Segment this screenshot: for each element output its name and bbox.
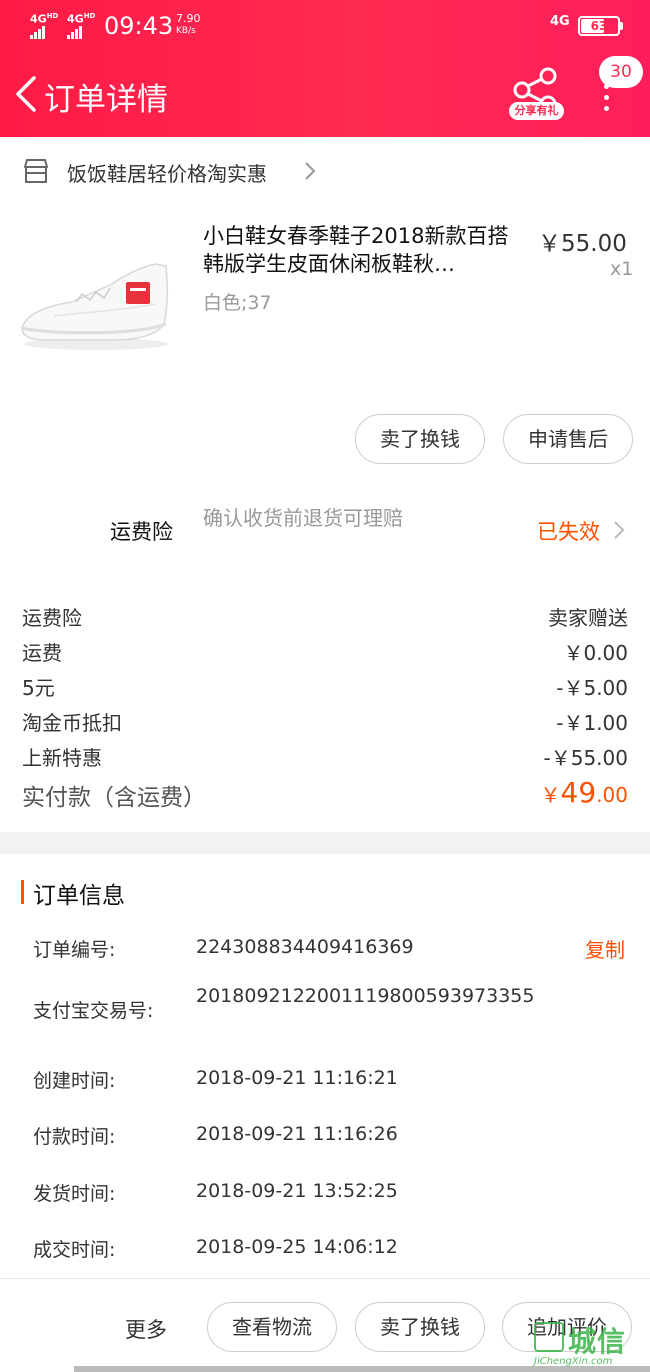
sim2-hd-label: HD [83,12,96,20]
fee-value: -￥1.00 [556,711,628,735]
insurance-description: 确认收货前退货可理赔 [203,506,403,530]
fee-value: ￥0.00 [563,641,628,665]
product-title[interactable]: 小白鞋女春季鞋子2018新款百搭韩版学生皮面休闲板鞋秋… [203,222,521,278]
watermark-url: JiChengXin.com [534,1356,613,1367]
fee-value: -￥5.00 [556,676,628,700]
page-title: 订单详情 [44,82,168,118]
order-info-label: 订单编号: [33,939,116,961]
sim2-network-label: 4G [67,12,84,26]
view-logistics-button[interactable]: 查看物流 [207,1302,337,1352]
fee-label: 运费 [22,641,62,665]
total-currency: ￥ [540,783,561,807]
battery-icon: 63 [578,16,620,36]
chevron-right-icon [305,162,316,180]
product-image[interactable] [16,244,176,354]
order-info-label: 支付宝交易号: [33,1000,154,1022]
battery-tip [620,22,623,30]
fee-label: 运费险 [22,606,82,630]
order-info-label: 付款时间: [33,1126,116,1148]
chevron-right-icon[interactable] [613,520,625,540]
section-divider [0,832,650,854]
share-reward-label[interactable]: 分享有礼 [509,102,564,120]
store-name: 饭饭鞋居轻价格淘实惠 [67,162,267,186]
shipped-time: 2018-09-21 13:52:25 [196,1180,398,1202]
more-options-icon[interactable] [596,84,616,114]
total-integer: 49 [560,776,597,809]
more-actions-button[interactable]: 更多 [125,1314,167,1344]
watermark-text: 城信 [568,1325,627,1358]
battery-level: 63 [590,19,608,33]
insurance-label: 运费险 [110,520,173,544]
order-info-title: 订单信息 [33,883,125,909]
total-paid-amount: ￥49.00 [541,776,628,809]
after-sale-button[interactable]: 申请售后 [503,414,633,464]
signal-bars-icon [67,26,83,39]
watermark-box-icon [534,1322,564,1352]
resell-button[interactable]: 卖了换钱 [355,414,485,464]
sim1-hd-label: HD [46,12,59,20]
product-sku: 白色;37 [203,292,272,314]
resell-button[interactable]: 卖了换钱 [355,1302,485,1352]
app-header: 4GHD 4GHD 09:43 7.90 KB/s 4G 63 订单详情 分享有… [0,0,650,137]
speed-unit: KB/s [176,26,196,36]
signal-bars-icon [30,26,46,39]
section-accent-bar [21,880,24,904]
order-info-label: 成交时间: [33,1239,116,1261]
order-info-label: 发货时间: [33,1183,116,1205]
watermark-logo: 城信 JiChengXin.com [534,1318,646,1370]
alipay-trade-number: 2018092122001119800593973355 [196,985,535,1007]
sim1-network-label: 4G [30,12,47,26]
back-arrow-icon[interactable] [14,76,38,112]
insurance-status[interactable]: 已失效 [537,516,600,546]
paid-time: 2018-09-21 11:16:26 [196,1123,398,1145]
order-number: 224308834409416369 [196,936,414,958]
sim1-signal: 4GHD [30,12,59,39]
message-count-badge[interactable]: 30 [599,56,643,88]
store-row[interactable]: 饭饭鞋居轻价格淘实惠 [0,137,650,207]
total-paid-label: 实付款（含运费） [22,785,206,811]
network-speed: 7.90 KB/s [176,13,201,37]
order-info-label: 创建时间: [33,1070,116,1092]
total-decimal: .00 [596,783,628,807]
fee-label: 上新特惠 [22,746,102,770]
speed-value: 7.90 [176,12,201,25]
sim2-signal: 4GHD [67,12,96,39]
network-type: 4G [550,14,570,29]
completed-time: 2018-09-25 14:06:12 [196,1236,398,1258]
store-icon [24,159,48,183]
product-price: ￥55.00 [538,231,627,257]
fee-label: 淘金币抵扣 [22,711,122,735]
fee-value: -￥55.00 [543,746,628,770]
fee-value: 卖家赠送 [548,606,628,630]
status-bar: 4GHD 4GHD 09:43 7.90 KB/s 4G 63 [0,0,650,52]
fee-label: 5元 [22,676,55,700]
clock: 09:43 [104,12,174,40]
product-quantity: x1 [610,258,634,280]
copy-button[interactable]: 复制 [585,934,625,963]
created-time: 2018-09-21 11:16:21 [196,1067,398,1089]
